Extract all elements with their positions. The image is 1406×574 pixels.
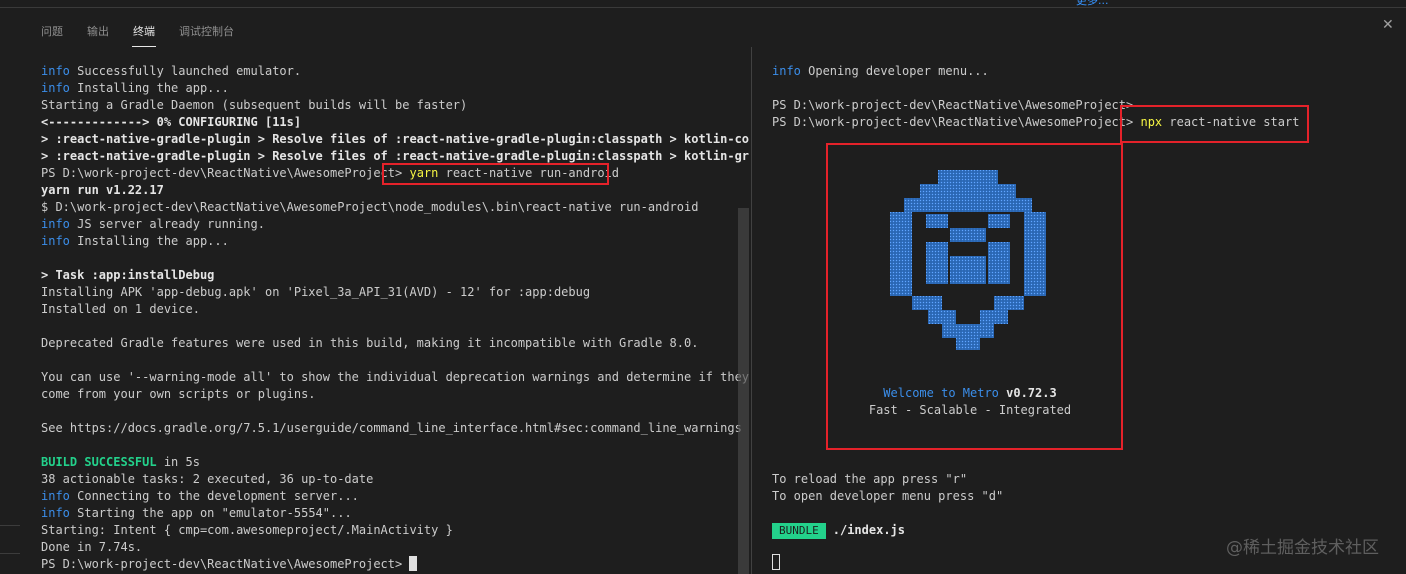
terminal-line: To reload the app press "r"	[772, 472, 968, 486]
terminal-left[interactable]: info Successfully launched emulator. inf…	[0, 47, 751, 574]
terminal-text: Installing the app...	[69, 81, 229, 95]
terminal-text: react-native start	[1162, 115, 1300, 129]
terminal-text: Opening developer menu...	[800, 64, 989, 78]
terminal-line: info Installing the app...	[41, 80, 229, 97]
tab-debug-console[interactable]: 调试控制台	[179, 23, 234, 47]
terminal-line: Installing APK 'app-debug.apk' on 'Pixel…	[41, 285, 591, 299]
terminal-line: > Task :app:installDebug	[41, 268, 215, 282]
terminal-text: PS D:\work-project-dev\ReactNative\Aweso…	[41, 557, 410, 571]
terminal-prompt-line: PS D:\work-project-dev\ReactNative\Aweso…	[772, 114, 1299, 131]
terminal-text: info	[772, 64, 801, 78]
terminal-prompt-line: PS D:\work-project-dev\ReactNative\Aweso…	[41, 165, 619, 182]
terminal-line: > :react-native-gradle-plugin > Resolve …	[41, 132, 750, 146]
terminal-text: Connecting to the development server...	[69, 489, 359, 503]
tab-terminal[interactable]: 终端	[132, 23, 156, 47]
terminal-cursor	[772, 554, 780, 570]
terminal-line: $ D:\work-project-dev\ReactNative\Awesom…	[41, 200, 699, 214]
terminal-line: Done in 7.74s.	[41, 540, 143, 554]
terminal-text: info	[41, 234, 70, 248]
terminal-line: To open developer menu press "d"	[772, 489, 1004, 503]
terminal-line: info Starting the app on "emulator-5554"…	[41, 505, 352, 522]
more-link[interactable]: 更多...	[1076, 0, 1109, 8]
terminal-text: yarn	[409, 166, 439, 180]
terminal-line: info Installing the app...	[41, 233, 229, 250]
terminal-right[interactable]: info Opening developer menu... PS D:\wor…	[752, 47, 1406, 574]
top-strip: 更多...	[0, 0, 1406, 8]
terminal-text: JS server already running.	[69, 217, 265, 231]
terminal-scrollbar[interactable]	[738, 208, 749, 574]
terminal-text: Successfully launched emulator.	[69, 64, 302, 78]
metro-tagline: Fast - Scalable - Integrated	[868, 403, 1072, 417]
terminal-line: info Opening developer menu...	[772, 63, 989, 80]
panel-tab-bar: 问题 输出 终端 调试控制台 ✕	[0, 9, 1406, 47]
terminal-line: 38 actionable tasks: 2 executed, 36 up-t…	[41, 472, 374, 486]
terminal-line: info Connecting to the development serve…	[41, 488, 359, 505]
terminal-line: come from your own scripts or plugins.	[41, 387, 316, 401]
terminal-text: info	[41, 81, 70, 95]
close-panel-icon[interactable]: ✕	[1382, 17, 1394, 33]
terminal-text: info	[41, 489, 70, 503]
terminal-cursor	[409, 556, 418, 571]
terminal-text: info	[41, 217, 70, 231]
terminal-prompt-line: PS D:\work-project-dev\ReactNative\Aweso…	[41, 556, 418, 573]
bundle-badge: BUNDLE	[772, 523, 826, 539]
terminal-text: info	[41, 64, 70, 78]
terminal-text: PS D:\work-project-dev\ReactNative\Aweso…	[772, 115, 1141, 129]
terminal-prompt-line: PS D:\work-project-dev\ReactNative\Aweso…	[772, 98, 1134, 112]
metro-logo-icon	[890, 170, 1046, 350]
terminal-text: in 5s	[156, 455, 200, 469]
terminal-text: npx	[1140, 115, 1163, 129]
terminal-cursor-line	[772, 554, 780, 571]
terminal-line: Starting: Intent { cmp=com.awesomeprojec…	[41, 523, 453, 537]
terminal-line: BUILD SUCCESSFUL in 5s	[41, 454, 200, 471]
terminal-line: <-------------> 0% CONFIGURING [11s]	[41, 115, 302, 129]
tab-problems[interactable]: 问题	[41, 23, 63, 47]
terminal-line: See https://docs.gradle.org/7.5.1/usergu…	[41, 421, 742, 435]
terminal-line: > :react-native-gradle-plugin > Resolve …	[41, 149, 750, 163]
terminal-text: react-native run-android	[438, 166, 619, 180]
terminal-line: Installed on 1 device.	[41, 302, 200, 316]
terminal-text: Starting the app on "emulator-5554"...	[69, 506, 352, 520]
terminal-line: Deprecated Gradle features were used in …	[41, 336, 699, 350]
terminal-text: ./index.js	[832, 523, 905, 537]
terminal-line: info Successfully launched emulator.	[41, 63, 301, 80]
terminal-text: PS D:\work-project-dev\ReactNative\Aweso…	[41, 166, 410, 180]
terminal-line: You can use '--warning-mode all' to show…	[41, 370, 750, 384]
bundle-line: BUNDLE ./index.js	[772, 522, 905, 539]
terminal-text: info	[41, 506, 70, 520]
terminal-line: Starting a Gradle Daemon (subsequent bui…	[41, 98, 468, 112]
terminal-line: yarn run v1.22.17	[41, 183, 164, 197]
terminal-text: BUILD SUCCESSFUL	[41, 455, 157, 469]
watermark: @稀土掘金技术社区	[1226, 538, 1379, 558]
terminal-text: Installing the app...	[69, 234, 229, 248]
metro-welcome: Welcome to Metro v0.72.3	[883, 386, 1057, 400]
tab-output[interactable]: 输出	[87, 23, 109, 47]
terminal-line: info JS server already running.	[41, 216, 265, 233]
